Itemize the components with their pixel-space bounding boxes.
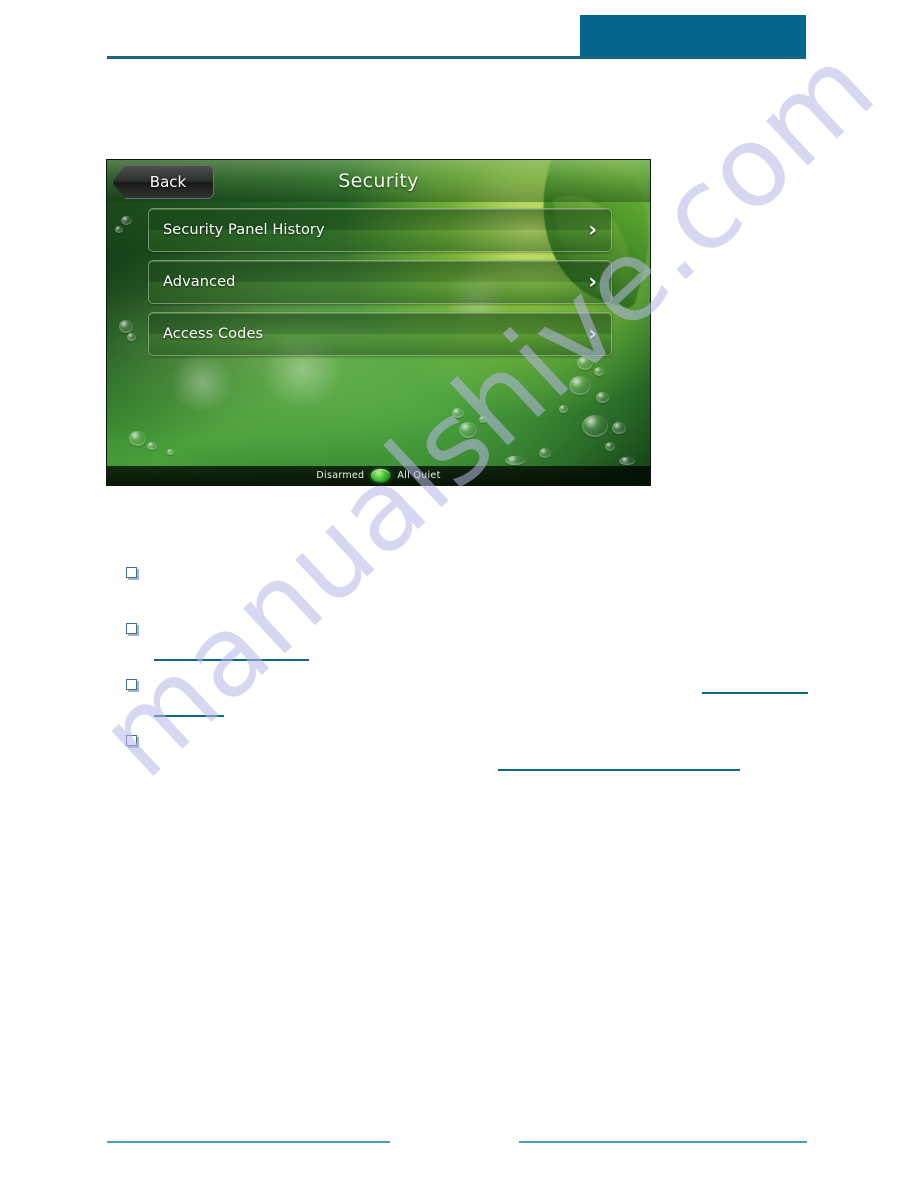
water-droplet-icon: [479, 416, 487, 423]
device-status-bar[interactable]: Disarmed All Quiet: [107, 466, 650, 485]
water-droplet-icon: [619, 457, 635, 465]
cross-reference-link[interactable]: [154, 715, 224, 717]
water-droplet-icon: [569, 376, 591, 395]
water-droplet-icon: [612, 422, 626, 434]
chevron-right-icon: ›: [588, 217, 597, 242]
device-screen-title: Security: [338, 170, 419, 192]
square-bullet-icon: [126, 679, 137, 690]
water-droplet-icon: [539, 448, 551, 458]
square-bullet-icon: [126, 567, 137, 578]
menu-item-label: Access Codes: [163, 326, 264, 342]
device-screenshot-figure: Back Security Security Panel History › A…: [107, 160, 650, 485]
water-droplet-icon: [594, 367, 604, 376]
menu-item-security-panel-history[interactable]: Security Panel History ›: [148, 208, 612, 252]
footer-rule-right: [519, 1141, 807, 1143]
water-droplet-icon: [129, 431, 146, 446]
water-droplet-icon: [167, 449, 174, 455]
chevron-right-icon: ›: [588, 321, 597, 346]
square-bullet-icon: [126, 623, 137, 634]
menu-item-advanced[interactable]: Advanced ›: [148, 260, 612, 304]
water-droplet-icon: [459, 422, 477, 438]
page-header-rule: [107, 56, 806, 59]
water-droplet-icon: [147, 442, 157, 450]
cross-reference-link[interactable]: [154, 659, 309, 661]
page-header-accent-block: [580, 15, 806, 58]
water-droplet-icon: [119, 320, 133, 333]
water-droplet-icon: [505, 456, 525, 465]
water-droplet-icon: [127, 333, 136, 341]
water-droplet-icon: [596, 392, 609, 403]
water-droplet-icon: [559, 405, 568, 413]
device-menu-list: Security Panel History › Advanced › Acce…: [148, 208, 612, 364]
menu-item-label: Advanced: [163, 274, 236, 290]
square-bullet-icon: [126, 735, 137, 746]
water-droplet-icon: [452, 408, 464, 418]
water-droplet-icon: [605, 442, 615, 451]
menu-item-access-codes[interactable]: Access Codes ›: [148, 312, 612, 356]
cross-reference-link[interactable]: [702, 692, 808, 694]
menu-item-label: Security Panel History: [163, 222, 325, 238]
device-title-bar: Back Security: [107, 160, 650, 202]
water-droplet-icon: [582, 415, 608, 437]
arm-state-label: Disarmed: [316, 470, 365, 481]
sensor-state-label: All Quiet: [397, 470, 441, 481]
water-droplet-icon: [115, 226, 123, 233]
cross-reference-link[interactable]: [498, 769, 740, 771]
chevron-right-icon: ›: [588, 269, 597, 294]
footer-rule-left: [107, 1141, 390, 1143]
water-droplet-icon: [121, 216, 132, 225]
status-led-icon: [371, 469, 391, 482]
